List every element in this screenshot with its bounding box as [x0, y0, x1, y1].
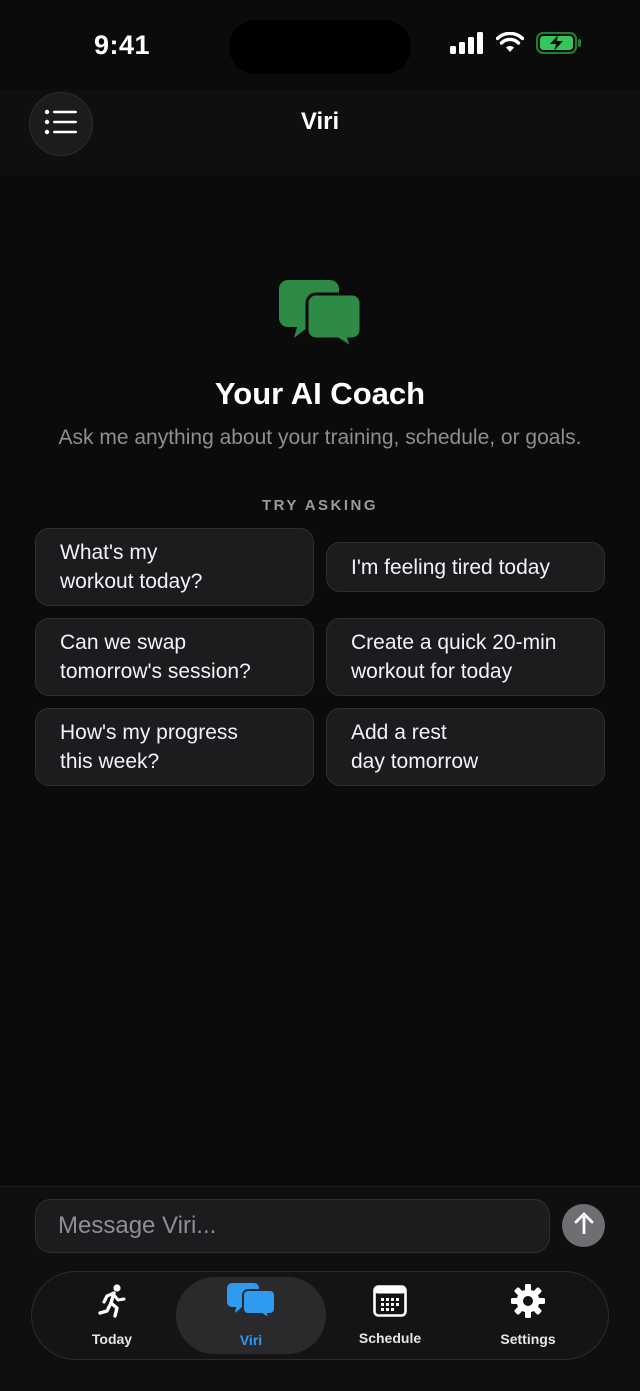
- suggestion-text: Can we swap tomorrow's session?: [60, 631, 251, 683]
- cellular-signal-icon: [450, 32, 484, 54]
- tab-today[interactable]: Today: [46, 1272, 178, 1358]
- status-bar: 9:41: [0, 0, 640, 90]
- suggestion-text: Add a rest day tomorrow: [351, 721, 479, 773]
- tab-schedule[interactable]: Schedule: [324, 1272, 456, 1358]
- tab-label: Viri: [239, 1332, 263, 1348]
- hero-subtitle: Ask me anything about your training, sch…: [58, 426, 582, 449]
- tab-bar: Today Viri Schedule Settings: [31, 1271, 609, 1360]
- composer-area: Today Viri: [0, 1186, 640, 1391]
- suggestion-chip[interactable]: Can we swap tomorrow's session?: [35, 618, 314, 696]
- suggestions-label: TRY ASKING: [261, 497, 379, 514]
- screen: 9:41 Viri Your AI Coach Ask me anything …: [0, 0, 640, 1391]
- empty-state: Your AI Coach Ask me anything about your…: [0, 280, 640, 450]
- chat-bubbles-icon: [227, 1283, 276, 1324]
- wifi-icon: [496, 32, 524, 54]
- tab-label: Schedule: [358, 1329, 422, 1346]
- header: Viri: [0, 90, 640, 176]
- suggestion-chip[interactable]: Add a rest day tomorrow: [326, 708, 605, 786]
- page-title: Viri: [300, 108, 340, 135]
- suggestion-text: I'm feeling tired today: [351, 555, 550, 579]
- battery-charging-icon: [536, 32, 582, 54]
- running-icon: [97, 1283, 127, 1323]
- tab-label: Today: [91, 1330, 133, 1347]
- suggestion-chip[interactable]: How's my progress this week?: [35, 708, 314, 786]
- suggestion-chip[interactable]: Create a quick 20-min workout for today: [326, 618, 605, 696]
- status-time: 9:41: [94, 30, 151, 60]
- chat-bubbles-icon: [0, 280, 640, 356]
- tab-viri[interactable]: Viri: [176, 1277, 326, 1354]
- suggestion-text: What's my workout today?: [60, 541, 203, 593]
- tab-settings[interactable]: Settings: [462, 1272, 594, 1358]
- message-input[interactable]: [35, 1199, 550, 1253]
- suggestion-chip[interactable]: What's my workout today?: [35, 528, 314, 606]
- tab-label: Settings: [500, 1330, 556, 1347]
- dynamic-island: [229, 20, 411, 74]
- hero-title: Your AI Coach: [214, 376, 426, 411]
- suggestion-chip[interactable]: I'm feeling tired today: [326, 542, 605, 592]
- arrow-up-icon: [574, 1212, 594, 1239]
- calendar-icon: [373, 1284, 407, 1322]
- gear-icon: [511, 1283, 545, 1323]
- suggestion-text: Create a quick 20-min workout for today: [351, 631, 557, 683]
- status-icons: [450, 32, 582, 54]
- send-button[interactable]: [562, 1204, 605, 1247]
- suggestion-text: How's my progress this week?: [60, 721, 238, 773]
